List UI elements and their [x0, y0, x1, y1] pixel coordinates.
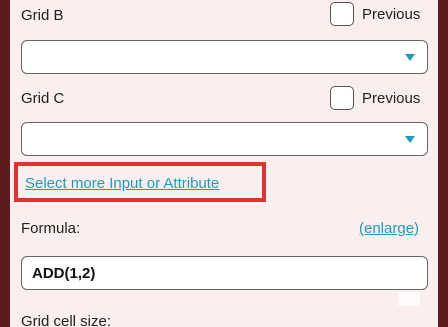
- chevron-down-icon: [405, 54, 415, 61]
- formula-input[interactable]: ADD(1,2): [21, 256, 428, 290]
- chevron-down-icon: [405, 136, 415, 143]
- grid-c-previous-label: Previous: [362, 89, 421, 107]
- grid-b-select[interactable]: [21, 40, 428, 74]
- grid-c-select[interactable]: [21, 122, 428, 156]
- grid-c-previous-checkbox[interactable]: [330, 86, 354, 110]
- grid-b-previous-toggle[interactable]: Previous: [330, 2, 420, 26]
- select-more-input-link[interactable]: Select more Input or Attribute: [25, 175, 219, 192]
- formula-panel: Grid B Previous Grid C Previous Select m…: [10, 0, 438, 327]
- formula-label: Formula:: [21, 220, 81, 237]
- background-shape: [398, 292, 420, 306]
- grid-cell-size-label: Grid cell size:: [21, 313, 112, 327]
- grid-b-previous-label: Previous: [362, 5, 421, 23]
- grid-b-label: Grid B: [21, 7, 64, 24]
- grid-c-label: Grid C: [21, 90, 65, 107]
- grid-c-previous-toggle[interactable]: Previous: [330, 86, 420, 110]
- enlarge-link[interactable]: (enlarge): [359, 220, 419, 237]
- grid-b-previous-checkbox[interactable]: [330, 2, 354, 26]
- formula-value: ADD(1,2): [32, 264, 96, 282]
